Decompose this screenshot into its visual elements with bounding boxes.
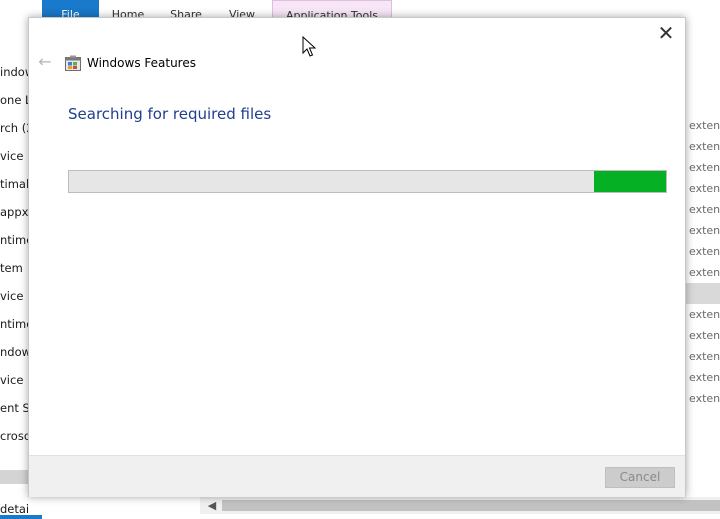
file-name[interactable]: ent Se <box>0 394 28 422</box>
file-name[interactable]: vice H <box>0 366 28 394</box>
windows-features-icon <box>65 55 81 71</box>
horizontal-scrollbar[interactable]: ◀ <box>200 497 720 514</box>
dialog-footer: Cancel <box>29 455 685 497</box>
file-type: exten. <box>689 161 720 174</box>
progress-bar <box>68 170 667 193</box>
file-type: exten. <box>689 182 720 195</box>
file-name[interactable]: appx <box>0 198 28 226</box>
scrollbar-thumb[interactable] <box>222 500 720 511</box>
details-pane-label: detail <box>0 502 28 516</box>
file-name[interactable]: timaly <box>0 170 28 198</box>
file-type: exten. <box>689 140 720 153</box>
file-type: exten. <box>689 308 720 321</box>
file-type: exten. <box>689 119 720 132</box>
ribbon-tab-view[interactable]: View <box>220 0 264 18</box>
taskbar-indicator <box>0 515 42 519</box>
ribbon-tab-file[interactable]: File <box>42 0 99 18</box>
file-name[interactable]: tem <box>0 254 23 282</box>
file-type: exten. <box>689 266 720 279</box>
file-name[interactable]: crosof <box>0 422 28 450</box>
file-type: exten. <box>689 350 720 363</box>
file-name[interactable]: ntime <box>0 226 28 254</box>
progress-bar-fill <box>594 171 666 192</box>
file-name[interactable]: vice H <box>0 142 28 170</box>
file-name[interactable]: ntime <box>0 310 28 338</box>
mouse-pointer-icon <box>302 36 316 57</box>
scroll-left-icon[interactable]: ◀ <box>206 497 218 514</box>
windows-features-dialog: ✕ ← Windows Features Searching for requi… <box>28 17 686 497</box>
file-type: exten. <box>689 329 720 342</box>
dialog-title: Windows Features <box>87 56 196 70</box>
file-type: exten. <box>689 203 720 216</box>
close-icon[interactable]: ✕ <box>653 22 679 44</box>
file-type: exten. <box>689 392 720 405</box>
file-name[interactable]: vice H <box>0 282 28 310</box>
file-name[interactable]: one Li <box>0 86 28 114</box>
file-name[interactable]: indow <box>0 58 28 86</box>
explorer-file-list-right: exten. exten. exten. exten. exten. exten… <box>686 18 720 519</box>
left-scrollbar[interactable] <box>0 470 28 484</box>
ribbon-tab-home[interactable]: Home <box>104 0 152 18</box>
file-type: exten. <box>689 224 720 237</box>
back-arrow-icon: ← <box>38 52 52 71</box>
cancel-button[interactable]: Cancel <box>605 467 675 488</box>
selected-row-highlight <box>686 283 720 304</box>
file-type: exten. <box>689 245 720 258</box>
ribbon-tab-share[interactable]: Share <box>160 0 212 18</box>
file-type: exten. <box>689 371 720 384</box>
status-heading: Searching for required files <box>68 105 272 123</box>
file-name[interactable]: rch (2 <box>0 114 28 142</box>
explorer-file-list-left: indow one Li rch (2 vice H timaly appx n… <box>0 18 28 519</box>
file-name[interactable]: ndow <box>0 338 28 366</box>
